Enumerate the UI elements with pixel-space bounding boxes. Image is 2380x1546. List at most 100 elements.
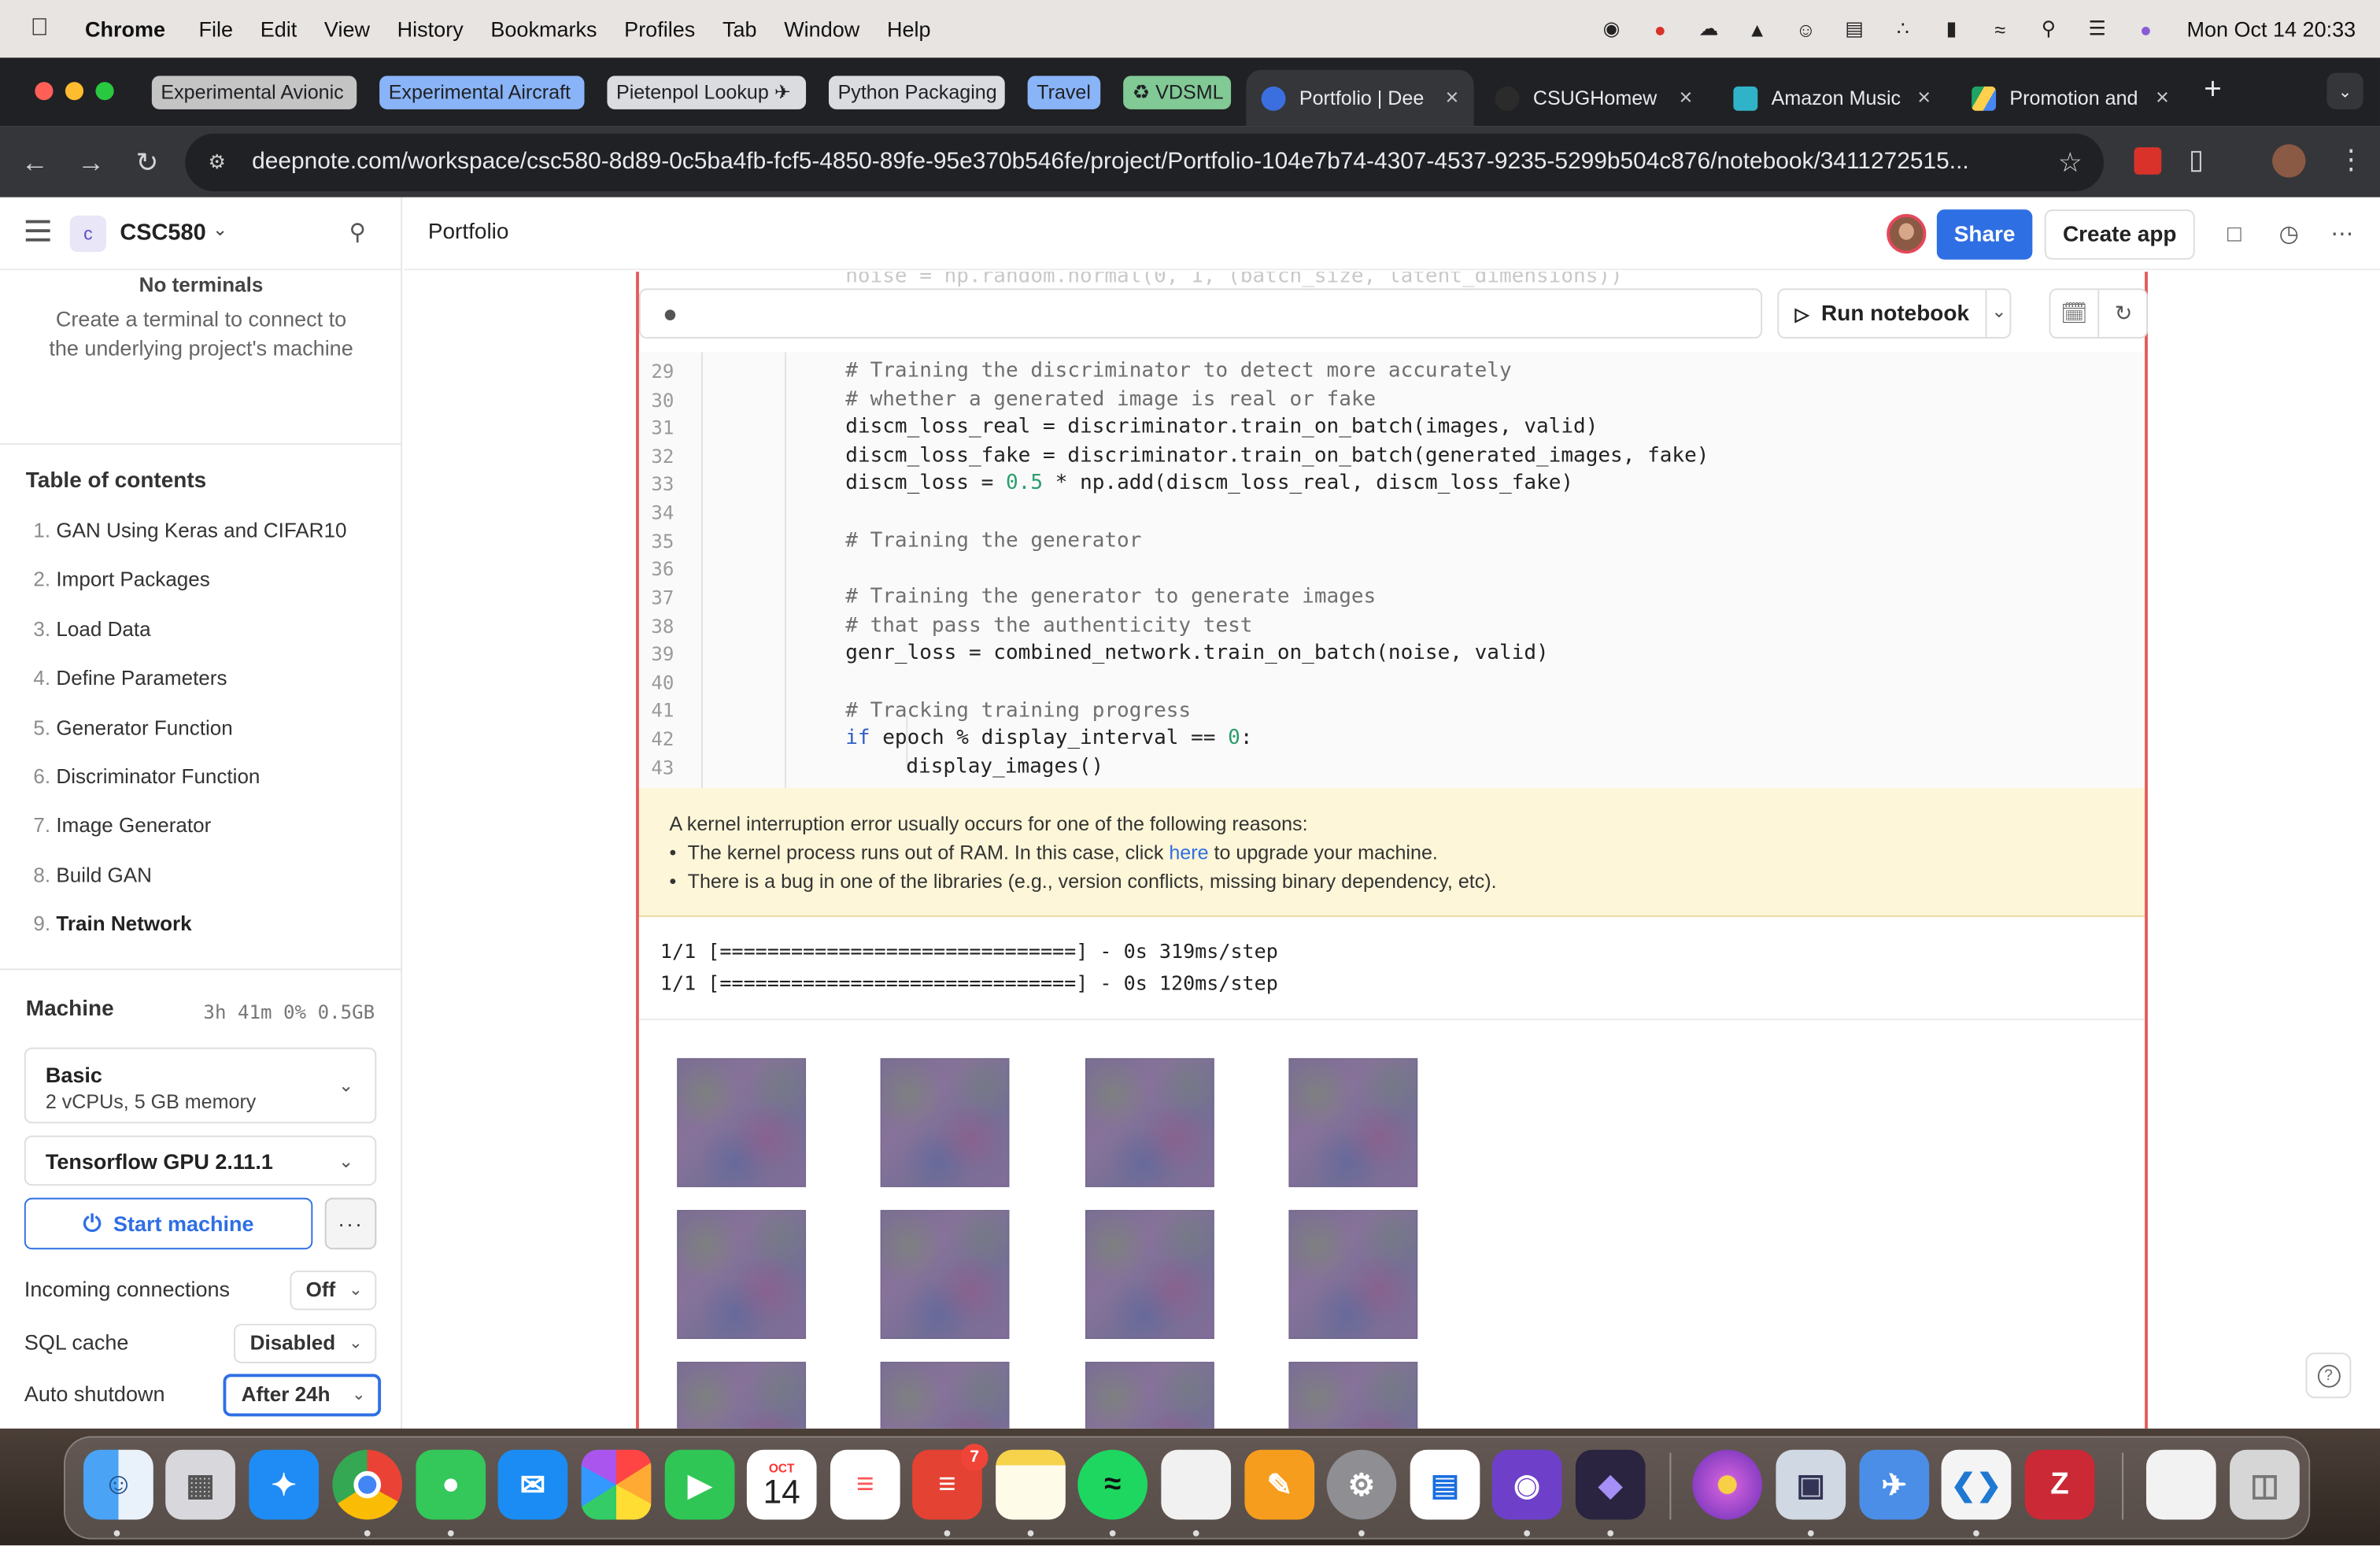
menu-help[interactable]: Help: [887, 17, 931, 41]
tab-close-icon[interactable]: ×: [2156, 85, 2169, 111]
zotero-icon[interactable]: Z: [2024, 1449, 2095, 1520]
search-icon[interactable]: ⚲: [349, 219, 377, 246]
toc-item-build-gan[interactable]: 8. Build GAN: [33, 864, 346, 912]
menu-window[interactable]: Window: [784, 17, 859, 41]
machine-more-button[interactable]: ···: [324, 1197, 377, 1250]
toc-item-discriminator-function[interactable]: 6. Discriminator Function: [33, 765, 346, 814]
toc-item-load-data[interactable]: 3. Load Data: [33, 618, 346, 667]
window-manager-icon[interactable]: ▤: [1410, 1449, 1480, 1520]
url-text[interactable]: deepnote.com/workspace/csc580-8d89-0c5ba…: [252, 149, 2012, 176]
tab-group-pietenpol-lookup[interactable]: Pietenpol Lookup ✈: [607, 76, 807, 109]
code-cell[interactable]: noise = np.random.normal(0, 1, (batch_si…: [636, 272, 2148, 1429]
chrome-menu-icon[interactable]: ⋮: [2338, 144, 2365, 176]
user-status-icon[interactable]: ☺: [1792, 17, 1820, 41]
extensions-puzzle-icon[interactable]: ▯: [2189, 144, 2204, 176]
window-close-button[interactable]: [35, 82, 54, 101]
chevron-down-icon[interactable]: ⌄: [1991, 301, 2006, 322]
toc-item-generator-function[interactable]: 5. Generator Function: [33, 716, 346, 764]
toc-item-image-generator[interactable]: 7. Image Generator: [33, 814, 346, 863]
launchpad-icon[interactable]: ▦: [165, 1449, 235, 1520]
vscode-icon[interactable]: ❮❯: [1941, 1449, 2012, 1520]
incoming-connections-select[interactable]: Off ⌄: [289, 1270, 377, 1311]
menu-file[interactable]: File: [198, 17, 233, 41]
tab-csughomework[interactable]: CSUGHomew ×: [1480, 70, 1707, 126]
car-status-icon[interactable]: ▤: [1841, 17, 1868, 41]
dots-status-icon[interactable]: ∴: [1889, 17, 1916, 41]
pages-icon[interactable]: ✎: [1244, 1449, 1315, 1520]
share-button[interactable]: Share: [1936, 209, 2033, 260]
downloads-folder-icon[interactable]: [2145, 1449, 2216, 1520]
menu-bookmarks[interactable]: Bookmarks: [490, 17, 597, 41]
tab-portfolio[interactable]: Portfolio | Dee ×: [1246, 69, 1474, 127]
refresh-icon[interactable]: ↻: [2099, 290, 2148, 337]
cell-toolbar[interactable]: [638, 288, 1763, 339]
workspace-badge[interactable]: c: [69, 215, 106, 253]
toc-item-gan-using-keras[interactable]: 1. GAN Using Keras and CIFAR10: [33, 520, 346, 568]
chevron-down-icon[interactable]: ⌄: [213, 219, 227, 240]
tab-group-vdsml[interactable]: ♻ VDSML: [1123, 76, 1232, 109]
globe-status-icon[interactable]: ◉: [1598, 17, 1625, 41]
toc-item-import-packages[interactable]: 2. Import Packages: [33, 568, 346, 617]
create-app-button[interactable]: Create app: [2044, 209, 2195, 260]
calendar-icon[interactable]: 🗓: [2050, 290, 2100, 338]
forward-arrow-icon[interactable]: →: [72, 142, 111, 182]
tab-group-python-packaging[interactable]: Python Packaging: [828, 76, 1005, 109]
menu-view[interactable]: View: [324, 17, 370, 41]
tab-close-icon[interactable]: ×: [1917, 85, 1931, 111]
drive-status-icon[interactable]: ▲: [1743, 17, 1771, 41]
calendar-app-icon[interactable]: OCT 14: [746, 1449, 817, 1520]
menu-history[interactable]: History: [397, 17, 464, 41]
toc-item-define-parameters[interactable]: 4. Define Parameters: [33, 667, 346, 716]
reminders-icon[interactable]: ≡: [830, 1449, 900, 1520]
photos-icon[interactable]: [581, 1449, 652, 1520]
cloud-status-icon[interactable]: ☁: [1695, 17, 1723, 41]
upgrade-machine-link[interactable]: here: [1169, 841, 1208, 864]
red-app-status-icon[interactable]: ●: [1646, 17, 1674, 41]
tab-group-experimental-avionic[interactable]: Experimental Avionic: [151, 76, 357, 109]
more-options-icon[interactable]: ⋯: [2326, 219, 2357, 250]
document-icon[interactable]: [1161, 1449, 1232, 1520]
obsidian-icon[interactable]: ◆: [1575, 1449, 1646, 1520]
xcode-icon[interactable]: ✈: [1859, 1449, 1930, 1520]
preview-icon[interactable]: ▣: [1776, 1449, 1846, 1520]
code-editor[interactable]: 29 30 31 32 33 34 35 36 37 38 39 40 41 4…: [638, 352, 2145, 788]
control-center-icon[interactable]: ☰: [2083, 17, 2111, 41]
tab-group-travel[interactable]: Travel: [1027, 76, 1101, 109]
apple-menu-icon[interactable]: : [31, 15, 64, 43]
machine-plan-dropdown[interactable]: Basic 2 vCPUs, 5 GB memory ⌄: [24, 1047, 377, 1124]
chrome-icon[interactable]: [332, 1449, 403, 1520]
facetime-icon[interactable]: ▶: [664, 1449, 735, 1520]
menu-tab[interactable]: Tab: [722, 17, 757, 41]
bookmark-star-icon[interactable]: ☆: [2058, 147, 2082, 179]
spotify-icon[interactable]: ≈: [1077, 1449, 1148, 1520]
extension-red-icon[interactable]: [2134, 147, 2162, 175]
menu-app-name[interactable]: Chrome: [85, 17, 165, 41]
new-tab-button[interactable]: +: [2204, 73, 2222, 108]
notebook-title[interactable]: Portfolio: [428, 220, 509, 245]
finder-icon[interactable]: ☺: [83, 1449, 153, 1520]
reload-icon[interactable]: ↻: [128, 142, 167, 182]
sql-cache-select[interactable]: Disabled ⌄: [233, 1323, 377, 1363]
notes-icon[interactable]: [996, 1449, 1066, 1520]
tab-amazon-music[interactable]: Amazon Music ×: [1718, 70, 1946, 126]
tab-promotion[interactable]: Promotion and ×: [1957, 70, 2184, 126]
notebook-scroll-area[interactable]: noise = np.random.normal(0, 1, (batch_si…: [403, 272, 2380, 1429]
tab-close-icon[interactable]: ×: [1445, 85, 1458, 111]
site-settings-icon[interactable]: ⚙: [203, 149, 231, 176]
wifi-icon[interactable]: ≈: [1986, 17, 2014, 41]
spotlight-search-icon[interactable]: ⚲: [2035, 17, 2063, 41]
window-zoom-button[interactable]: [95, 82, 114, 101]
github-desktop-icon[interactable]: ◉: [1491, 1449, 1562, 1520]
environment-dropdown[interactable]: Tensorflow GPU 2.11.1 ⌄: [24, 1135, 377, 1186]
history-icon[interactable]: ◷: [2274, 219, 2304, 250]
run-notebook-button[interactable]: ▷ Run notebook: [1779, 290, 1987, 338]
comments-icon[interactable]: □: [2219, 219, 2250, 250]
auto-shutdown-select[interactable]: After 24h ⌄: [223, 1374, 382, 1417]
back-arrow-icon[interactable]: ←: [15, 142, 54, 182]
trash-icon[interactable]: ◫: [2230, 1449, 2300, 1520]
hamburger-menu-icon[interactable]: [25, 220, 50, 242]
profile-avatar-icon[interactable]: [2272, 144, 2306, 178]
battery-icon[interactable]: ▮: [1938, 17, 1965, 41]
toc-item-train-network[interactable]: 9. Train Network: [33, 912, 346, 961]
window-minimize-button[interactable]: [65, 82, 84, 101]
